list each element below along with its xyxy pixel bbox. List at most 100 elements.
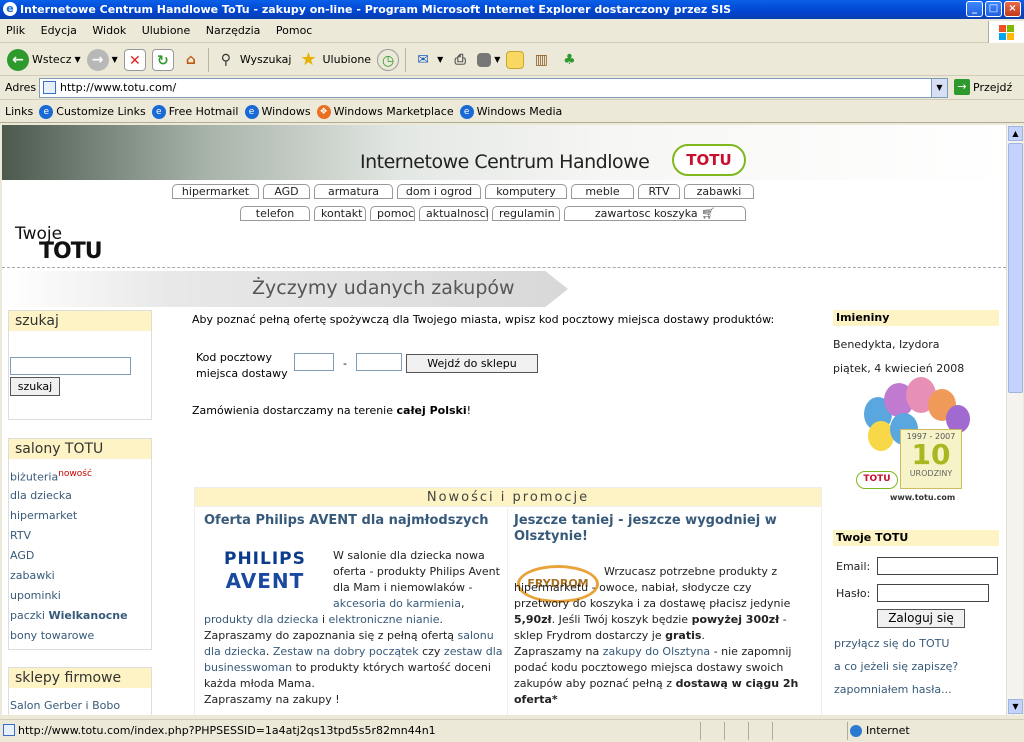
salon-upominki[interactable]: upominki [10,589,61,602]
anniversary-badge[interactable]: 1997 - 2007 10 URODZINY TOTU www.totu.co… [854,377,974,507]
address-dropdown[interactable]: ▼ [931,79,947,97]
password-input[interactable] [877,584,989,602]
history-button[interactable]: ◷ [374,46,402,74]
news2-title[interactable]: Jeszcze taniej - jeszcze wygodniej w Ols… [514,513,814,545]
store-gerber-bobo[interactable]: Salon Gerber i Bobo [10,699,120,712]
nav-dom-i-ogrod[interactable]: dom i ogrod [397,184,481,199]
forgot-password-link[interactable]: zapomniałem hasła... [834,683,952,696]
news1-link-feeding[interactable]: akcesoria do karmienia [333,597,461,610]
salon-agd[interactable]: AGD [10,549,34,562]
toolbar: ← Wstecz ▼ → ▼ ✕ ↻ ⌂ ⚲ Wyszukaj ★ Ulubio… [0,44,1024,76]
menu-help[interactable]: Pomoc [270,21,318,40]
back-button[interactable]: ← Wstecz ▼ [4,46,84,74]
link-marketplace[interactable]: ❖ Windows Marketplace [316,104,454,119]
page-icon [3,724,15,736]
nav-komputery[interactable]: komputery [485,184,567,199]
nav-kontakt[interactable]: kontakt [314,206,366,221]
why-register-link[interactable]: a co jeżeli się zapiszę? [834,660,958,673]
nav-regulamin[interactable]: regulamin [492,206,560,221]
enter-shop-button[interactable]: Wejdź do sklepu [406,354,538,373]
chevron-down-icon: ▼ [494,55,501,64]
research-button[interactable]: ▥ [527,46,555,74]
news-header: Nowości i promocje [194,487,822,507]
anniv-totu-logo: TOTU [856,471,898,489]
intro-text: Aby poznać pełną ofertę spożywczą dla Tw… [192,313,775,326]
news2-link-olsztyn[interactable]: zakupy do Olsztyna [603,645,710,658]
scroll-down-button[interactable]: ▼ [1008,699,1023,714]
salon-rtv[interactable]: RTV [10,529,31,542]
edit-button[interactable]: ▼ [474,46,503,74]
security-zone: Internet [847,722,1023,740]
nav-meble[interactable]: meble [571,184,634,199]
minimize-button[interactable]: _ [966,1,983,17]
cart-icon: 🛒︎ [701,207,716,220]
close-button[interactable]: × [1004,1,1021,17]
nav-cart[interactable]: zawartosc koszyka 🛒︎ [564,206,746,221]
email-input[interactable] [877,557,998,575]
refresh-button[interactable]: ↻ [149,46,177,74]
salon-hipermarket[interactable]: hipermarket [10,509,77,522]
nav-pomoc[interactable]: pomoc [370,206,415,221]
salon-dla-dziecka[interactable]: dla dziecka [10,489,72,502]
forward-button[interactable]: → ▼ [84,46,121,74]
join-link[interactable]: przyłącz się do TOTU [834,637,949,650]
search-button[interactable]: ⚲ Wyszukaj [212,46,295,74]
stop-icon: ✕ [123,48,146,71]
link-customize[interactable]: e Customize Links [39,104,146,119]
nav-hipermarket[interactable]: hipermarket [172,184,259,199]
postal-code-part2[interactable] [356,353,402,371]
site-header: Internetowe Centrum Handlowe TOTU hiperm… [2,125,1006,270]
salon-label: paczki [10,609,45,622]
discuss-button[interactable] [503,46,527,74]
search-submit-button[interactable]: szukaj [10,377,60,396]
menu-view[interactable]: Widok [86,21,132,40]
menu-tools[interactable]: Narzędzia [200,21,267,40]
new-badge: nowość [58,469,92,479]
salon-paczki[interactable]: paczki Wielkanocne [10,609,128,622]
news1-link-nannies[interactable]: elektroniczne nianie [329,613,440,626]
ie-icon: e [3,2,17,16]
nav-rtv[interactable]: RTV [638,184,680,199]
nav-armatura[interactable]: armatura [314,184,393,199]
vertical-scrollbar[interactable]: ▲ ▼ [1006,125,1023,715]
news2-text-b: . Jeśli Twój koszyk będzie [551,613,689,626]
stop-button[interactable]: ✕ [121,46,149,74]
nameday-box: Imieniny Benedykta, Izydora piątek, 4 kw… [833,310,999,375]
salon-zabawki[interactable]: zabawki [10,569,55,582]
address-input[interactable]: http://www.totu.com/ ▼ [39,78,948,98]
go-button[interactable]: → Przejdź [954,79,1012,95]
postal-code-part1[interactable] [294,353,334,371]
main-nav: hipermarket AGD armatura dom i ogrod kom… [172,184,754,199]
messenger-button[interactable]: ♣ [555,46,583,74]
scroll-up-button[interactable]: ▲ [1008,126,1023,141]
link-windows[interactable]: e Windows [244,104,311,119]
scroll-thumb[interactable] [1008,143,1023,393]
menu-edit[interactable]: Edycja [35,21,83,40]
links-label: Links [5,105,34,118]
link-hotmail[interactable]: e Free Hotmail [151,104,239,119]
delivery-bold: całej Polski [396,404,467,417]
favorites-button[interactable]: ★ Ulubione [294,46,374,74]
search-input[interactable] [10,357,131,375]
link-media[interactable]: e Windows Media [459,104,562,119]
totu-logo[interactable]: TOTU [672,144,746,176]
menu-file[interactable]: Plik [0,21,31,40]
nav-telefon[interactable]: telefon [240,206,310,221]
password-label: Hasło: [836,587,871,600]
login-button[interactable]: Zaloguj się [877,609,965,628]
home-button[interactable]: ⌂ [177,46,205,74]
print-button[interactable]: ⎙ [446,46,474,74]
news1-link-products[interactable]: produkty dla dziecka [204,613,318,626]
secondary-nav: telefon kontakt pomoc aktualnosci regula… [240,206,746,221]
nav-aktualnosci[interactable]: aktualnosci [419,206,489,221]
nav-agd[interactable]: AGD [263,184,310,199]
salon-bizuteria[interactable]: biżuterianowość [10,469,92,484]
email-label: Email: [836,560,871,573]
menu-favorites[interactable]: Ulubione [136,21,197,40]
maximize-button[interactable]: □ [985,1,1002,17]
news1-title[interactable]: Oferta Philips AVENT dla najmłodszych [204,513,504,529]
news1-link-starter-set[interactable]: Zestaw na dobry początek [273,645,419,658]
nav-zabawki[interactable]: zabawki [684,184,754,199]
mail-button[interactable]: ✉ ▼ [409,46,446,74]
salon-bony[interactable]: bony towarowe [10,629,94,642]
